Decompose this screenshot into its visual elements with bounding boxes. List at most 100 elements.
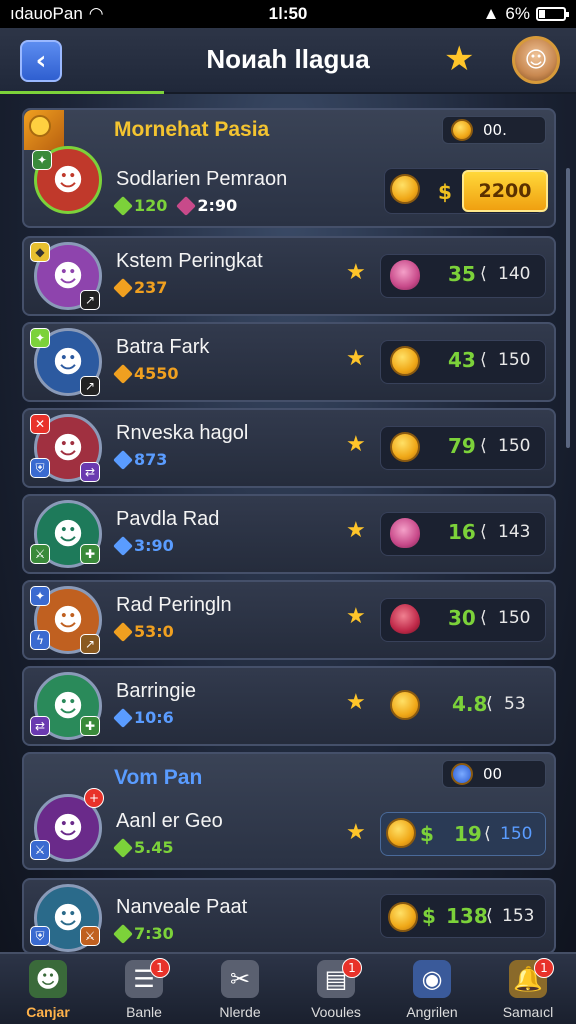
- reward-value: 79: [448, 434, 476, 458]
- rank-badge-icon: ↗: [80, 634, 100, 654]
- separator: ⟨: [484, 824, 491, 844]
- separator: ⟨: [486, 906, 493, 926]
- rank-value: 143: [498, 522, 531, 542]
- player-stats: 873: [113, 449, 168, 470]
- player-face-icon: ☻: [52, 344, 84, 380]
- nav-item-nlerde[interactable]: ✂ Nlerde: [192, 954, 288, 1024]
- gem-value: 7:30: [134, 924, 174, 943]
- currency-label: $: [438, 180, 452, 204]
- coin-icon: [24, 110, 64, 150]
- plus-badge-icon: ✚: [80, 544, 100, 564]
- extra-value: 2:90: [197, 196, 238, 215]
- player-name: Barringie: [116, 680, 197, 702]
- rank-badge-icon: ↗: [80, 376, 100, 396]
- carrier-label: ıdauoPan: [10, 4, 83, 23]
- user-icon: ☺: [524, 47, 548, 73]
- player-face-icon: ☻: [52, 162, 84, 198]
- swap-badge-icon: ⇄: [30, 716, 50, 736]
- star-icon: ★: [346, 346, 366, 371]
- gem-icon: [113, 837, 133, 858]
- battery-icon: [536, 7, 569, 21]
- nav-label: Canjar: [26, 1004, 70, 1020]
- rank-value: 53: [504, 694, 526, 714]
- alert-badge-icon: +: [84, 788, 104, 808]
- coin-icon: [390, 174, 420, 204]
- list-item[interactable]: ☻ ◆ ↗ Kstem Peringkat 237 ★ 35 ⟨ 140: [22, 236, 556, 316]
- player-name: Batra Fark: [116, 336, 210, 358]
- list-item[interactable]: ☻ ✦ ϟ ↗ Rad Peringln 53:0 ★ 30 ⟨ 150: [22, 580, 556, 660]
- gem-icon: [113, 363, 133, 384]
- gem-value: 53:0: [134, 622, 174, 641]
- swap-badge-icon: ⇄: [80, 462, 100, 482]
- rank-value: 150: [498, 436, 531, 456]
- nav-item-angrilen[interactable]: ◉ Angrilen: [384, 954, 480, 1024]
- diamond-badge-icon: ◆: [30, 242, 50, 262]
- favorites-star-icon[interactable]: ★: [444, 42, 474, 76]
- gem-value: 120: [134, 196, 168, 215]
- player-name: Rnveska hagol: [116, 422, 249, 444]
- star-icon: ★: [346, 518, 366, 543]
- sword-badge-icon: ⚔: [30, 840, 50, 860]
- player-stats: 7:30: [113, 923, 174, 944]
- rank-value: 140: [498, 264, 531, 284]
- separator: ⟨: [480, 436, 487, 456]
- player-stats: 5.45: [113, 837, 173, 858]
- section-title: Vom Pan: [114, 766, 203, 789]
- player-name: Aanl er Geo: [116, 810, 223, 832]
- nav-item-samaicl[interactable]: 🔔 1 Samaıcl: [480, 954, 576, 1024]
- claim-button[interactable]: 2200: [462, 170, 548, 212]
- reward-value: 43: [448, 348, 476, 372]
- sword-badge-icon: ⚔: [30, 544, 50, 564]
- gem-icon: [113, 923, 133, 944]
- crystal-icon: [390, 604, 420, 634]
- player-face-icon: ☻: [52, 688, 84, 724]
- star-icon: ★: [346, 604, 366, 629]
- player-stats: 10:6: [113, 707, 174, 728]
- page-title: Noиah llagua: [206, 44, 370, 74]
- plus-badge-icon: ✚: [80, 716, 100, 736]
- notification-badge: 1: [342, 958, 362, 978]
- rank-badge-icon: ✦: [30, 328, 50, 348]
- header-progress-bar: [0, 91, 164, 94]
- rank-value: 153: [502, 906, 535, 926]
- gem-icon: [176, 195, 197, 216]
- clock-icon: [451, 763, 473, 785]
- list-item[interactable]: Mornehat Pasia 00. ☻ ✦ Sodlarien Pemraon…: [22, 108, 556, 228]
- list-item[interactable]: Vom Pan 00 ☻ + ⚔ Aanl er Geo 5.45 ★ $ 19…: [22, 752, 556, 870]
- list-item[interactable]: ☻ ✦ ↗ Batra Fark 4550 ★ 43 ⟨ 150: [22, 322, 556, 402]
- coin-icon: [390, 346, 420, 376]
- reward-value: 138: [446, 904, 488, 928]
- list-item[interactable]: ☻ ⚔ ✚ Pavdla Rad 3:90 ★ 16 ⟨ 143: [22, 494, 556, 574]
- nav-label: Banle: [126, 1004, 162, 1020]
- player-name: Kstem Peringkat: [116, 250, 263, 272]
- coin-icon: [390, 432, 420, 462]
- wifi-icon: ◠: [88, 4, 104, 23]
- gem-icon: [113, 535, 133, 556]
- section-badge: 00: [442, 760, 546, 788]
- nav-label: Nlerde: [219, 1004, 261, 1020]
- back-button[interactable]: ‹: [20, 40, 62, 82]
- shield-badge-icon: ⛨: [30, 458, 50, 478]
- battery-label: 6%: [505, 4, 530, 23]
- list-item[interactable]: ☻ ✕ ⛨ ⇄ Rnveska hagol 873 ★ 79 ⟨ 150: [22, 408, 556, 488]
- profile-avatar[interactable]: ☺: [512, 36, 560, 84]
- player-name: Rad Peringln: [116, 594, 232, 616]
- list-item[interactable]: ☻ ⛨ ⚔ Nanveale Paat 7:30 $ 138 ⟨ 153: [22, 878, 556, 954]
- currency-label: $: [420, 822, 434, 846]
- coin-icon: [388, 902, 418, 932]
- nav-item-banle[interactable]: ☰ 1 Banle: [96, 954, 192, 1024]
- gem-value: 873: [134, 450, 168, 469]
- section-title: Mornehat Pasia: [114, 118, 270, 141]
- nav-item-canjar[interactable]: ☻ Canjar: [0, 954, 96, 1024]
- list-item[interactable]: ☻ ⇄ ✚ Barringie 10:6 ★ 4.8 ⟨ 53: [22, 666, 556, 746]
- rose-icon: [390, 260, 420, 290]
- nav-label: Angrilen: [406, 1004, 458, 1020]
- scrollbar[interactable]: [566, 168, 570, 448]
- gem-icon: [113, 621, 133, 642]
- player-stats: 4550: [113, 363, 179, 384]
- close-badge-icon: ✕: [30, 414, 50, 434]
- separator: ⟨: [480, 350, 487, 370]
- separator: ⟨: [480, 522, 487, 542]
- player-name: Pavdla Rad: [116, 508, 220, 530]
- nav-item-vooules[interactable]: ▤ 1 Vooules: [288, 954, 384, 1024]
